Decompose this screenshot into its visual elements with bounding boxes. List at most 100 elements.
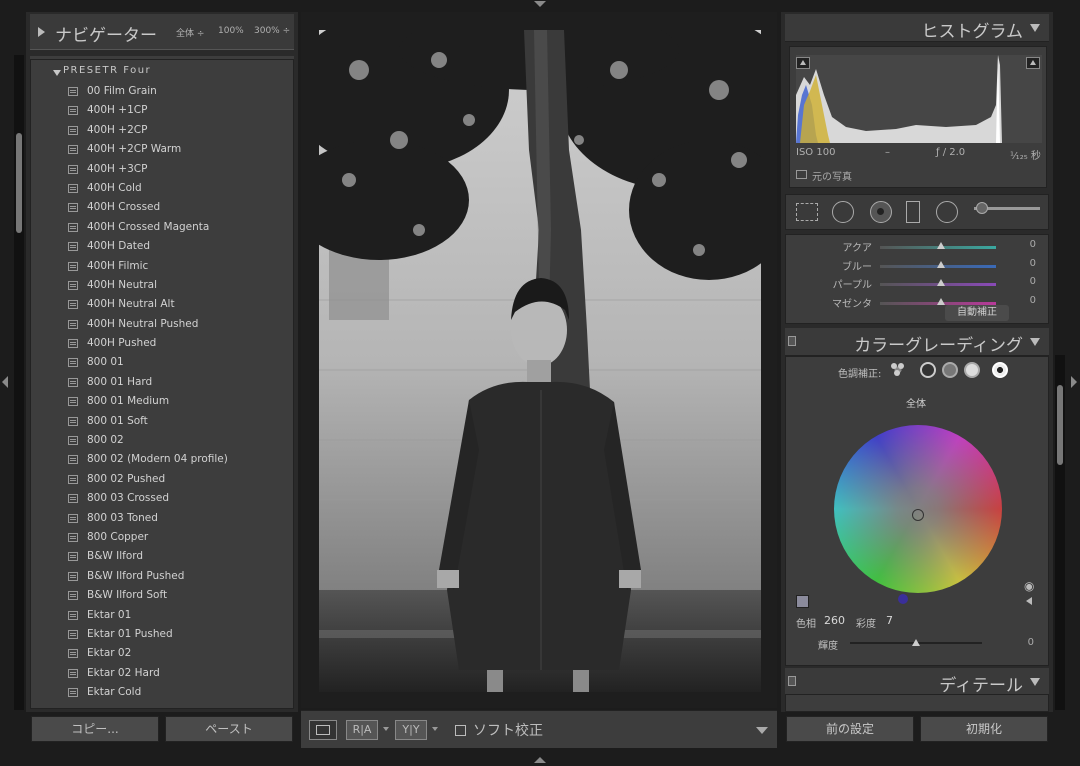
detail-header[interactable]: ディテール — [785, 668, 1049, 696]
collapse-triangle-icon[interactable] — [1030, 678, 1040, 686]
shadows-mode-icon[interactable] — [920, 362, 936, 378]
zoom-fit-option[interactable]: 全体 ÷ — [176, 26, 204, 39]
panel-toggle-icon[interactable] — [788, 676, 796, 686]
top-panel-toggle-icon[interactable] — [534, 1, 546, 7]
loupe-view-button[interactable] — [309, 720, 337, 740]
ra-dropdown-icon[interactable] — [383, 727, 389, 731]
left-scrollbar-thumb[interactable] — [16, 133, 22, 233]
preset-item[interactable]: 400H Neutral — [31, 276, 293, 295]
radial-filter-icon[interactable] — [936, 201, 958, 223]
preset-item[interactable]: 400H Dated — [31, 237, 293, 256]
preset-item[interactable]: 800 02 Pushed — [31, 470, 293, 489]
previous-settings-button[interactable]: 前の設定 — [786, 716, 914, 742]
hsl-value[interactable]: 0 — [1030, 258, 1036, 269]
midtones-mode-icon[interactable] — [942, 362, 958, 378]
hsl-slider-knob[interactable] — [937, 297, 945, 305]
hsl-slider-knob[interactable] — [937, 279, 945, 286]
soft-proof-checkbox[interactable] — [455, 725, 466, 736]
preset-item[interactable]: 400H Filmic — [31, 257, 293, 276]
before-after-yy-button[interactable]: Y|Y — [395, 720, 427, 740]
preset-item[interactable]: 400H +3CP — [31, 160, 293, 179]
preset-item[interactable]: 800 02 (Modern 04 profile) — [31, 450, 293, 469]
preset-item[interactable]: 400H Pushed — [31, 334, 293, 353]
highlight-clipping-icon[interactable] — [1026, 57, 1040, 69]
preset-item[interactable]: B&W Ilford — [31, 547, 293, 566]
right-scrollbar[interactable] — [1055, 355, 1065, 710]
preset-item[interactable]: 800 02 — [31, 431, 293, 450]
preset-item[interactable]: 800 01 Soft — [31, 412, 293, 431]
preset-item[interactable]: Ektar 01 Pushed — [31, 625, 293, 644]
preset-item[interactable]: B&W Ilford Soft — [31, 586, 293, 605]
histogram-header[interactable]: ヒストグラム — [785, 14, 1049, 42]
preset-folder-label[interactable]: PRESETR Four — [63, 65, 151, 76]
zoom-300-option[interactable]: 300% ÷ — [254, 26, 290, 36]
graduated-filter-icon[interactable] — [906, 201, 920, 223]
collapse-triangle-icon[interactable] — [1030, 338, 1040, 346]
spot-removal-tool-icon[interactable] — [832, 201, 854, 223]
preset-item[interactable]: 400H Crossed — [31, 198, 293, 217]
eye-icon[interactable]: ◉ — [1024, 579, 1034, 593]
preset-item[interactable]: 00 Film Grain — [31, 82, 293, 101]
adjustment-brush-slider[interactable] — [974, 202, 1040, 214]
collapse-triangle-icon[interactable] — [1030, 24, 1040, 32]
color-wheel-handle[interactable] — [912, 509, 924, 521]
paste-button[interactable]: ペースト — [165, 716, 293, 742]
preset-item[interactable]: Ektar 02 Hard — [31, 664, 293, 683]
navigator-header[interactable]: ナビゲーター 全体 ÷ 100% 300% ÷ — [30, 14, 294, 50]
hsl-slider-knob[interactable] — [937, 260, 945, 268]
panel-toggle-icon[interactable] — [788, 336, 796, 346]
preset-item[interactable]: 400H +2CP — [31, 121, 293, 140]
expand-left-icon[interactable] — [1026, 597, 1032, 605]
photo-image[interactable] — [319, 30, 761, 692]
expand-triangle-icon[interactable] — [38, 27, 45, 37]
preset-item[interactable]: 800 01 — [31, 353, 293, 372]
preset-item[interactable]: Ektar 01 — [31, 606, 293, 625]
hsl-slider-knob[interactable] — [937, 242, 945, 249]
hsl-value[interactable]: 0 — [1030, 239, 1036, 250]
color-grading-header[interactable]: カラーグレーディング — [785, 328, 1049, 356]
histogram-graph[interactable] — [796, 55, 1042, 143]
bottom-panel-toggle-icon[interactable] — [534, 757, 546, 763]
preset-item[interactable]: 400H +1CP — [31, 101, 293, 120]
color-swatch[interactable] — [796, 595, 809, 608]
hue-indicator-dot[interactable] — [898, 594, 908, 604]
hsl-value[interactable]: 0 — [1030, 295, 1036, 306]
preset-item[interactable]: 800 Copper — [31, 528, 293, 547]
left-scrollbar[interactable] — [14, 55, 24, 710]
hue-value[interactable]: 260 — [824, 614, 845, 627]
global-mode-icon[interactable] — [992, 362, 1008, 378]
preset-item[interactable]: Ektar 02 — [31, 644, 293, 663]
auto-adjust-button[interactable]: 自動補正 — [945, 305, 1009, 321]
preset-item[interactable]: 400H Neutral Pushed — [31, 315, 293, 334]
preset-item[interactable]: 400H Crossed Magenta — [31, 218, 293, 237]
copy-button[interactable]: コピー... — [31, 716, 159, 742]
luminance-slider-knob[interactable] — [912, 639, 920, 646]
preset-item[interactable]: 800 01 Medium — [31, 392, 293, 411]
preset-item[interactable]: 800 03 Toned — [31, 509, 293, 528]
preset-item[interactable]: 400H Neutral Alt — [31, 295, 293, 314]
hsl-value[interactable]: 0 — [1030, 276, 1036, 287]
preset-item[interactable]: 400H +2CP Warm — [31, 140, 293, 159]
reset-button[interactable]: 初期化 — [920, 716, 1048, 742]
right-scrollbar-thumb[interactable] — [1057, 385, 1063, 465]
brush-icon[interactable] — [976, 202, 988, 214]
shadow-clipping-icon[interactable] — [796, 57, 810, 69]
red-eye-tool-icon[interactable] — [870, 201, 892, 223]
highlights-mode-icon[interactable] — [964, 362, 980, 378]
three-way-mode-icon[interactable] — [890, 362, 906, 378]
original-photo-checkbox[interactable] — [796, 170, 807, 179]
luminance-value[interactable]: 0 — [1028, 637, 1034, 648]
preset-item[interactable]: 800 03 Crossed — [31, 489, 293, 508]
zoom-100-option[interactable]: 100% — [218, 26, 244, 36]
right-panel-toggle-icon[interactable] — [1071, 376, 1077, 388]
preset-item[interactable]: B&W Ilford Pushed — [31, 567, 293, 586]
before-after-ra-button[interactable]: R|A — [346, 720, 378, 740]
toolbar-menu-dropdown-icon[interactable] — [751, 720, 773, 740]
folder-expand-icon[interactable] — [53, 70, 61, 76]
yy-dropdown-icon[interactable] — [432, 727, 438, 731]
saturation-value[interactable]: 7 — [886, 614, 893, 627]
preset-item[interactable]: Ektar Cold — [31, 683, 293, 702]
crop-tool-icon[interactable] — [796, 203, 818, 221]
left-panel-toggle-icon[interactable] — [2, 376, 8, 388]
preset-item[interactable]: 800 01 Hard — [31, 373, 293, 392]
